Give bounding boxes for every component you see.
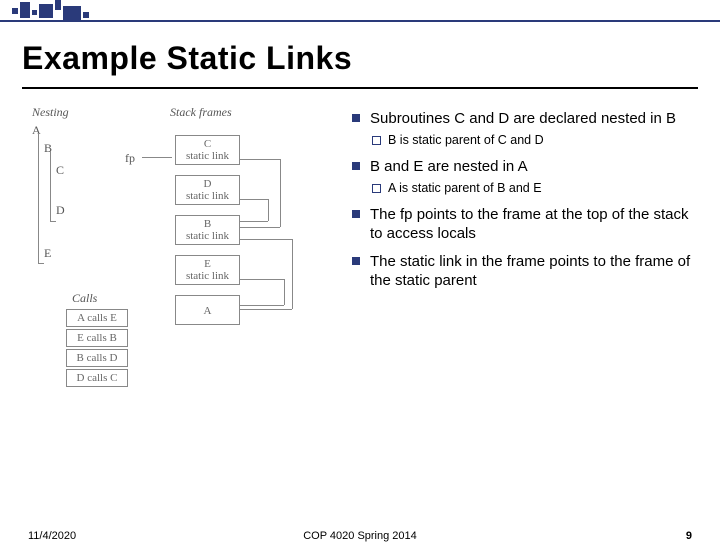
bullets-column: Subroutines C and D are declared nested … (330, 101, 698, 441)
frame-E-name: E (179, 258, 236, 270)
bullet-1-sub-1: B is static parent of C and D (370, 132, 698, 149)
frame-D-name: D (179, 178, 236, 190)
bullet-2-sub-1: A is static parent of B and E (370, 180, 698, 197)
nest-E: E (44, 246, 51, 261)
bullet-list: Subroutines C and D are declared nested … (350, 109, 698, 290)
frame-C-link: static link (179, 150, 236, 162)
footer-course: COP 4020 Spring 2014 (0, 530, 720, 542)
bullet-2-text: B and E are nested in A (370, 158, 528, 175)
frame-B-link: static link (179, 230, 236, 242)
nest-D: D (56, 203, 65, 218)
call-row-1: A calls E (66, 309, 128, 327)
static-links-diagram: Nesting A B C D E Stack frames fp C stat… (30, 101, 330, 431)
nest-A: A (32, 123, 41, 138)
call-row-4: D calls C (66, 369, 128, 387)
nesting-heading: Nesting (32, 105, 69, 120)
top-accent-bar (0, 0, 720, 22)
frame-B: B static link (175, 215, 240, 245)
diagram-column: Nesting A B C D E Stack frames fp C stat… (30, 101, 330, 441)
bullet-4: The static link in the frame points to t… (350, 252, 698, 290)
bullet-1: Subroutines C and D are declared nested … (350, 109, 698, 149)
frame-C: C static link (175, 135, 240, 165)
frame-A: A (175, 295, 240, 325)
footer-page-number: 9 (686, 530, 692, 542)
fp-label: fp (125, 151, 135, 166)
frame-D-link: static link (179, 190, 236, 202)
bullet-1-text: Subroutines C and D are declared nested … (370, 110, 676, 127)
nest-C: C (56, 163, 64, 178)
stackframes-heading: Stack frames (170, 105, 232, 120)
frame-D: D static link (175, 175, 240, 205)
corner-decoration (10, 0, 100, 22)
frame-C-name: C (179, 138, 236, 150)
slide-title: Example Static Links (0, 22, 720, 87)
calls-heading: Calls (72, 291, 97, 306)
bullet-2: B and E are nested in A A is static pare… (350, 157, 698, 197)
call-row-3: B calls D (66, 349, 128, 367)
call-row-2: E calls B (66, 329, 128, 347)
bullet-3: The fp points to the frame at the top of… (350, 205, 698, 243)
content-area: Nesting A B C D E Stack frames fp C stat… (0, 89, 720, 441)
frame-E-link: static link (179, 270, 236, 282)
frame-B-name: B (179, 218, 236, 230)
frame-E: E static link (175, 255, 240, 285)
